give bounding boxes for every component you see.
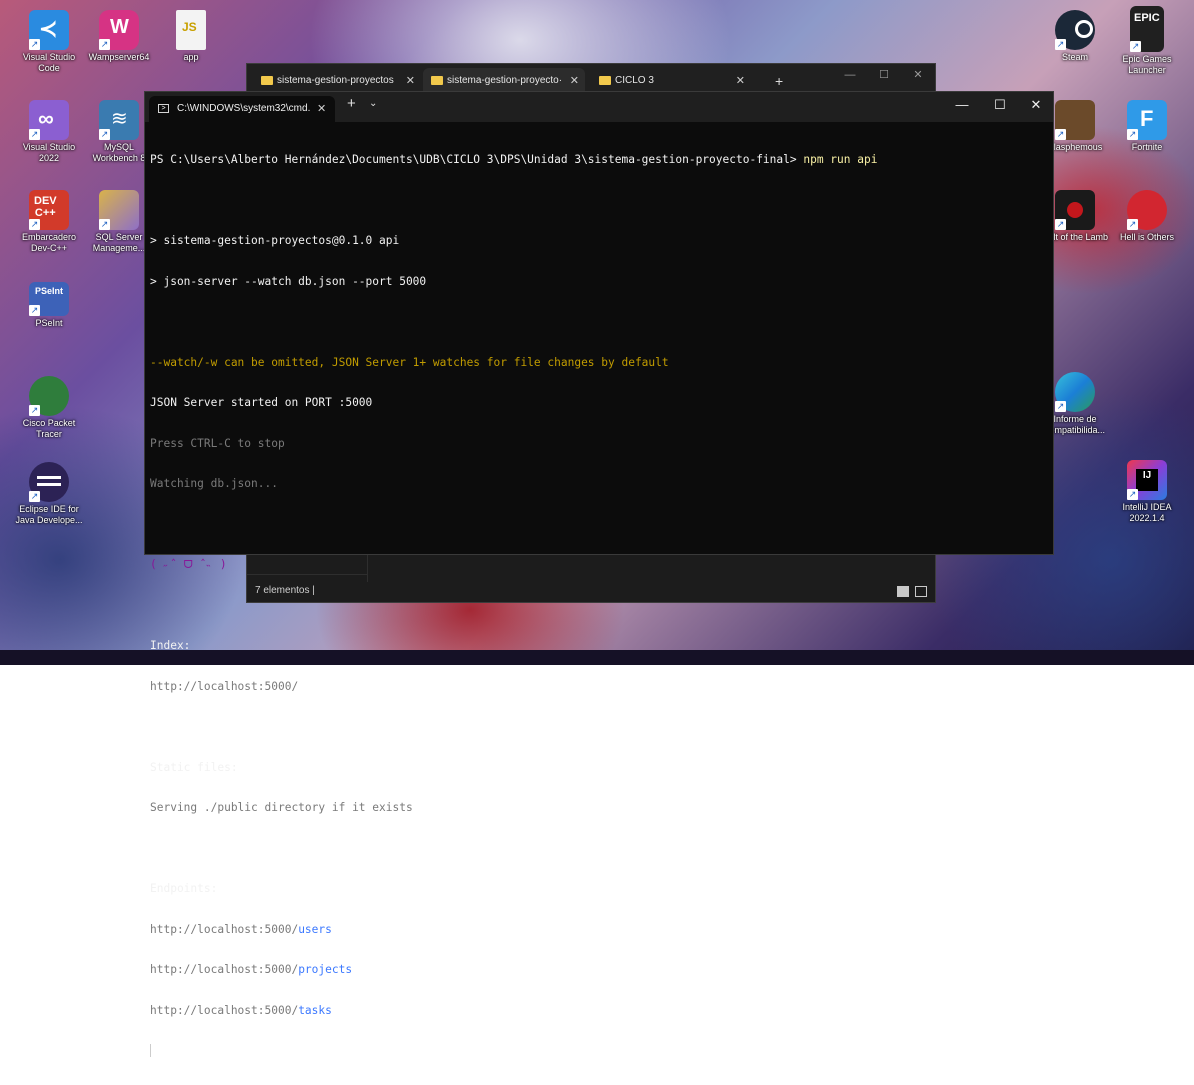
desktop-icon-pseint[interactable]: PSeInt ↗ PSeInt — [14, 282, 84, 329]
visual-studio-icon: ∞ ↗ — [29, 100, 69, 140]
terminal-close-button[interactable]: ✕ — [1017, 92, 1055, 120]
desktop-icon-label: Wampserver64 — [88, 52, 150, 62]
desktop-icon-cisco-packet-tracer[interactable]: ↗ Cisco Packet Tracer — [14, 376, 84, 440]
endpoint-users[interactable]: http://localhost:5000/users — [150, 923, 1048, 937]
desktop-icon-devcpp[interactable]: DEV C++ ↗ Embarcadero Dev-C++ — [14, 190, 84, 254]
terminal-tab[interactable]: > C:\WINDOWS\system32\cmd. ✕ — [149, 96, 335, 122]
watching-file: Watching db.json... — [150, 477, 278, 490]
wampserver-icon: W ↗ — [99, 10, 139, 50]
endpoint-base-url: http://localhost:5000/ — [150, 1003, 299, 1017]
folder-icon — [431, 76, 443, 85]
vscode-icon: ≺ ↗ — [29, 10, 69, 50]
static-files-heading: Static files: — [150, 760, 238, 774]
steam-icon: ↗ — [1055, 10, 1095, 50]
desktop-icon-label: Visual Studio 2022 — [22, 142, 76, 163]
watch-warning: --watch/-w can be omitted, JSON Server 1… — [150, 355, 669, 369]
sql-server-icon: ↗ — [99, 190, 139, 230]
cult-of-the-lamb-icon: ↗ — [1055, 190, 1095, 230]
blasphemous-icon: ↗ — [1055, 100, 1095, 140]
terminal-title-bar: > C:\WINDOWS\system32\cmd. ✕ + ⌄ — ☐ ✕ — [145, 92, 1053, 122]
desktop-icon-fortnite[interactable]: F ↗ Fortnite — [1112, 100, 1182, 153]
terminal-minimize-button[interactable]: — — [943, 92, 981, 120]
typed-command: npm run api — [803, 153, 878, 166]
devcpp-icon: DEV C++ ↗ — [29, 190, 69, 230]
endpoints-heading: Endpoints: — [150, 882, 218, 895]
cisco-packet-tracer-icon: ↗ — [29, 376, 69, 416]
terminal-maximize-button[interactable]: ☐ — [981, 92, 1019, 120]
js-file-icon: JS — [176, 10, 206, 50]
endpoint-path: users — [298, 922, 332, 936]
desktop-icon-label: Fortnite — [1131, 142, 1163, 152]
eclipse-icon: ↗ — [29, 462, 69, 502]
index-heading: Index: — [150, 639, 191, 652]
pseint-icon: PSeInt ↗ — [29, 282, 69, 316]
desktop-icon-eclipse[interactable]: ↗ Eclipse IDE for Java Develope... — [14, 462, 84, 526]
explorer-maximize-button[interactable]: ☐ — [867, 64, 901, 88]
new-tab-button[interactable]: + — [347, 95, 356, 112]
desktop-icon-app[interactable]: JS app — [156, 10, 226, 63]
input-line[interactable] — [150, 1044, 1048, 1058]
intellij-icon: IJ ↗ — [1127, 460, 1167, 500]
endpoint-tasks[interactable]: http://localhost:5000/tasks — [150, 1004, 1048, 1018]
fortnite-icon: F ↗ — [1127, 100, 1167, 140]
npm-script-name: > sistema-gestion-proyectos@0.1.0 api — [150, 234, 400, 247]
stop-hint: Press CTRL-C to stop — [150, 436, 285, 450]
desktop-icon-hell-is-others[interactable]: ↗ Hell is Others — [1112, 190, 1182, 243]
folder-icon — [599, 76, 611, 85]
endpoint-base-url: http://localhost:5000/ — [150, 922, 299, 936]
explorer-tab-label: CICLO 3 — [615, 75, 654, 86]
static-files-description: Serving ./public directory if it exists — [150, 801, 413, 814]
desktop-icon-label: Embarcadero Dev-C++ — [21, 232, 77, 253]
edge-icon: ↗ — [1055, 372, 1095, 412]
prompt-line: PS C:\Users\Alberto Hernández\Documents\… — [150, 153, 1048, 167]
desktop-icon-label: Visual Studio Code — [22, 52, 76, 73]
shell-prompt: PS C:\Users\Alberto Hernández\Documents\… — [150, 153, 804, 166]
desktop-icon-epic-games[interactable]: EPIC ↗ Epic Games Launcher — [1112, 6, 1182, 76]
explorer-close-button[interactable]: ✕ — [901, 64, 935, 88]
desktop-icon-label: Eclipse IDE for Java Develope... — [15, 504, 83, 525]
text-cursor — [150, 1044, 151, 1057]
desktop-icon-label: IntelliJ IDEA 2022.1.4 — [1122, 502, 1172, 523]
desktop-icon-label: Hell is Others — [1119, 232, 1174, 242]
desktop-icon-wampserver[interactable]: W ↗ Wampserver64 — [84, 10, 154, 63]
terminal-tab-title: C:\WINDOWS\system32\cmd. — [177, 103, 311, 114]
explorer-tab-label: sistema-gestion-proyectos — [277, 75, 394, 86]
mysql-workbench-icon: ≋ ↗ — [99, 100, 139, 140]
explorer-minimize-button[interactable]: — — [833, 64, 867, 88]
desktop-icon-label: Steam — [1061, 52, 1088, 62]
tab-dropdown-icon[interactable]: ⌄ — [369, 98, 377, 109]
terminal-output[interactable]: PS C:\Users\Alberto Hernández\Documents\… — [150, 126, 1048, 1057]
desktop-icon-vscode[interactable]: ≺ ↗ Visual Studio Code — [14, 10, 84, 74]
desktop-icon-intellij[interactable]: IJ ↗ IntelliJ IDEA 2022.1.4 — [1112, 460, 1182, 524]
desktop-icon-steam[interactable]: ↗ Steam — [1040, 10, 1110, 63]
desktop-icon-label: Cisco Packet Tracer — [22, 418, 76, 439]
endpoint-projects[interactable]: http://localhost:5000/projects — [150, 963, 1048, 977]
endpoint-path: projects — [298, 963, 353, 976]
explorer-tab-label: sistema-gestion-proyecto· — [447, 75, 563, 86]
folder-icon — [261, 76, 273, 85]
desktop-icon-label: Epic Games Launcher — [1122, 54, 1172, 75]
terminal-icon: > — [158, 104, 169, 113]
index-url[interactable]: http://localhost:5000/ — [150, 680, 1048, 694]
desktop-icon-visual-studio[interactable]: ∞ ↗ Visual Studio 2022 — [14, 100, 84, 164]
endpoint-path: tasks — [298, 1003, 332, 1017]
epic-games-icon: EPIC ↗ — [1130, 6, 1164, 52]
npm-script-command: > json-server --watch db.json --port 500… — [150, 274, 427, 288]
hell-is-others-icon: ↗ — [1127, 190, 1167, 230]
desktop-icon-label: PSeInt — [35, 318, 63, 328]
close-tab-icon[interactable]: ✕ — [317, 96, 326, 122]
endpoint-base-url: http://localhost:5000/ — [150, 963, 299, 976]
emoticon: ( ˶ˆ ᗜ ˆ˵ ) — [150, 558, 227, 571]
server-started: JSON Server started on PORT :5000 — [150, 396, 373, 409]
terminal-window[interactable]: > C:\WINDOWS\system32\cmd. ✕ + ⌄ — ☐ ✕ P… — [144, 91, 1054, 1057]
desktop-icon-label: app — [183, 52, 199, 62]
